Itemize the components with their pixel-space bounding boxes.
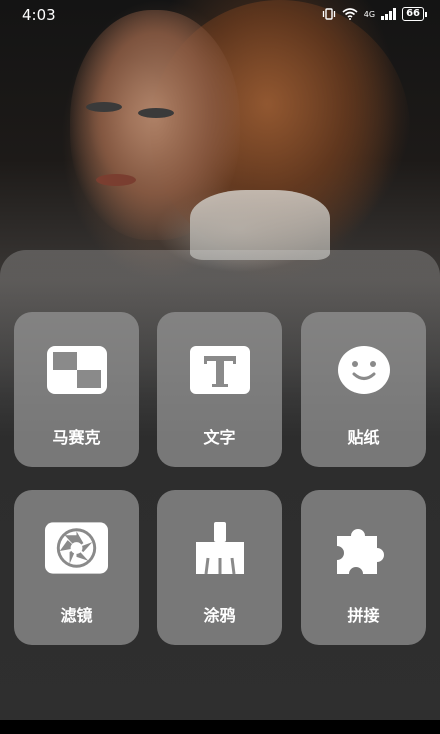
status-bar: 4:03 4G 66: [0, 0, 440, 30]
tool-splice-button[interactable]: 拼接: [301, 490, 426, 645]
tool-label: 拼接: [347, 606, 380, 625]
wifi-icon: [342, 8, 358, 20]
vibrate-icon: [322, 8, 335, 20]
puzzle-icon: [331, 520, 396, 575]
status-time: 4:03: [22, 6, 56, 24]
brush-icon: [187, 520, 252, 575]
tool-label: 涂鸦: [203, 606, 236, 625]
signal-icon: [381, 8, 397, 20]
tool-label: 文字: [203, 428, 236, 447]
system-navigation-bar: [0, 720, 440, 734]
tool-label: 贴纸: [347, 428, 380, 447]
network-type: 4G: [363, 9, 376, 19]
tool-text-button[interactable]: 文字: [157, 312, 282, 467]
photo-eye-right: [138, 108, 174, 118]
tool-doodle-button[interactable]: 涂鸦: [157, 490, 282, 645]
tool-sticker-button[interactable]: 贴纸: [301, 312, 426, 467]
photo-lips: [96, 174, 136, 186]
tool-filter-button[interactable]: 滤镜: [14, 490, 139, 645]
tool-label: 马赛克: [52, 428, 101, 447]
editor-screen: 4:03 4G 66 马赛克 文字 贴纸 滤镜 涂鸦 拼接: [0, 0, 440, 734]
photo-eye-left: [86, 102, 122, 112]
tool-mosaic-button[interactable]: 马赛克: [14, 312, 139, 467]
status-icons: 4G 66: [322, 7, 427, 21]
battery-indicator: 66: [402, 7, 427, 21]
filter-icon: [44, 520, 109, 575]
mosaic-icon: [44, 342, 109, 397]
sticker-icon: [331, 342, 396, 397]
text-icon: [187, 342, 252, 397]
tool-label: 滤镜: [60, 606, 93, 625]
